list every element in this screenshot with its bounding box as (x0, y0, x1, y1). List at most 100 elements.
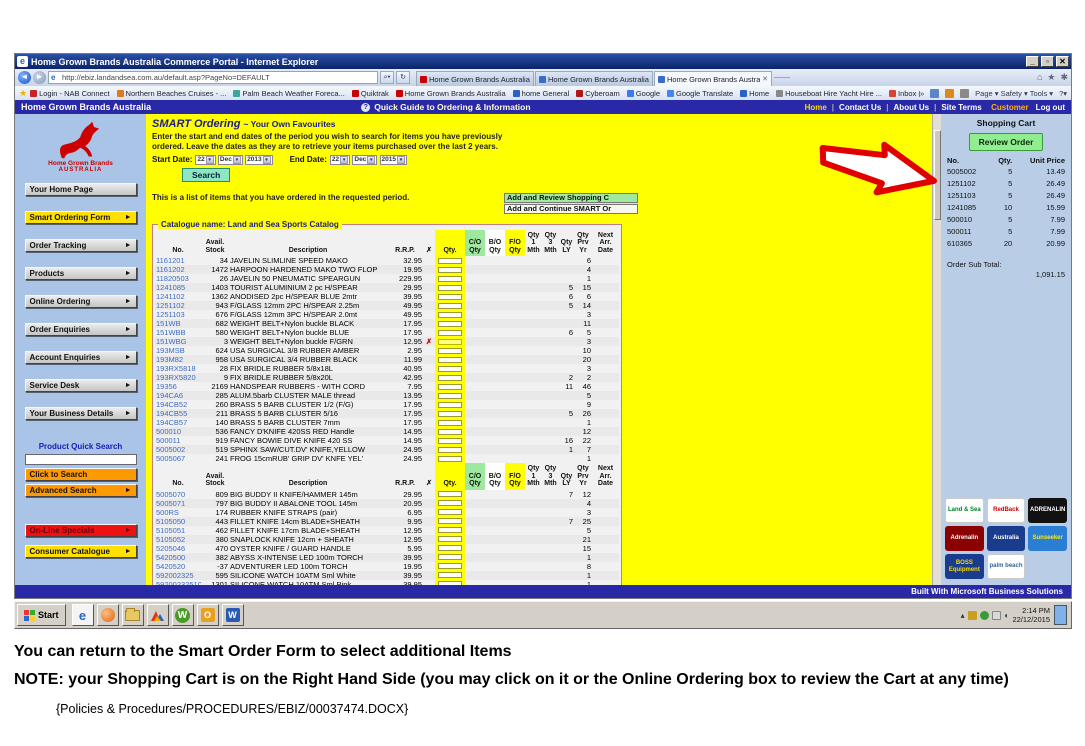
item-number-link[interactable]: 193MSB (156, 346, 185, 355)
favorites-bar-item[interactable]: Northern Beaches Cruises - ... (117, 89, 227, 98)
favorites-bar-item[interactable]: Home (740, 89, 769, 98)
taskbar-ie-button[interactable]: e (72, 604, 94, 626)
item-number-link[interactable]: 193RX5820 (156, 373, 196, 382)
item-number-link[interactable]: 500011 (156, 436, 180, 445)
forward-button[interactable]: ► (33, 71, 46, 84)
qty-input[interactable] (438, 518, 462, 524)
qty-input[interactable] (438, 366, 462, 372)
back-button[interactable]: ◄ (18, 71, 31, 84)
item-number-link[interactable]: 5420520 (156, 562, 185, 571)
sidebar-item-your-home-page[interactable]: Your Home Page (25, 183, 137, 196)
sidebar-item-on-line-specials[interactable]: On-Line Specials► (25, 524, 137, 537)
item-number-link[interactable]: 5205046 (156, 544, 185, 553)
favorites-bar-item[interactable]: Houseboat Hire Yacht Hire ... (776, 89, 882, 98)
close-button[interactable]: ✕ (1056, 56, 1069, 67)
start-date-select[interactable]: Dec▾ (218, 155, 243, 165)
item-number-link[interactable]: 194CB55 (156, 409, 187, 418)
sidebar-item-smart-ordering-form[interactable]: Smart Ordering Form► (25, 211, 137, 224)
sidebar-item-order-tracking[interactable]: Order Tracking► (25, 239, 137, 252)
qty-input[interactable] (438, 276, 462, 282)
qty-input[interactable] (438, 447, 462, 453)
sidebar-item-your-business-details[interactable]: Your Business Details► (25, 407, 137, 420)
shopping-cart-panel[interactable]: Shopping Cart Review Order No.Qty.Unit P… (941, 114, 1071, 585)
sidebar-item-advanced-search[interactable]: Advanced Search► (25, 484, 137, 497)
item-number-link[interactable]: 193RX5818 (156, 364, 196, 373)
item-number-link[interactable]: 592002325106 (156, 580, 201, 586)
item-number-link[interactable]: 592002325 (156, 571, 194, 580)
qty-input[interactable] (438, 509, 462, 515)
command-menu-item[interactable]: Page ▾ (975, 89, 998, 98)
nav-link-home[interactable]: Home (805, 103, 827, 112)
tray-flag-icon[interactable] (992, 611, 1001, 620)
favorites-bar-item[interactable]: Cyberoam (576, 89, 620, 98)
qty-input[interactable] (438, 491, 462, 497)
favorites-bar-item[interactable]: Login - NAB Connect (30, 89, 109, 98)
item-number-link[interactable]: 19356 (156, 382, 177, 391)
tray-expand-icon[interactable]: ▴ (961, 611, 965, 620)
qty-input[interactable] (438, 384, 462, 390)
qty-input[interactable] (438, 402, 462, 408)
tab-close-icon[interactable]: ✕ (762, 75, 768, 83)
browser-tab[interactable]: Home Grown Brands Austral...✕ (654, 71, 772, 86)
qty-input[interactable] (438, 267, 462, 273)
item-number-link[interactable]: 1251102 (156, 301, 185, 310)
favorites-bar-item[interactable]: home General (513, 89, 570, 98)
command-menu-item[interactable]: Tools ▾ (1030, 89, 1053, 98)
command-menu-item[interactable]: Safety ▾ (1001, 89, 1028, 98)
qty-input[interactable] (438, 563, 462, 569)
nav-link-site-terms[interactable]: Site Terms (941, 103, 981, 112)
qty-input[interactable] (438, 500, 462, 506)
add-review-cart-button[interactable]: Add and Review Shopping C (504, 193, 638, 203)
item-number-link[interactable]: 5105052 (156, 535, 185, 544)
nav-link-contact-us[interactable]: Contact Us (839, 103, 881, 112)
qty-input[interactable] (438, 312, 462, 318)
favorites-star-icon[interactable]: ★ (1047, 72, 1055, 83)
minimize-button[interactable]: _ (1026, 56, 1039, 67)
sidebar-item-order-enquiries[interactable]: Order Enquiries► (25, 323, 137, 336)
review-order-button[interactable]: Review Order (969, 133, 1044, 151)
qty-input[interactable] (438, 393, 462, 399)
item-number-link[interactable]: 151WBB (156, 328, 186, 337)
help-icon[interactable]: ?▾ (1059, 89, 1067, 98)
qty-input[interactable] (438, 411, 462, 417)
taskbar-word-button[interactable]: W (222, 604, 244, 626)
item-number-link[interactable]: 5005067 (156, 454, 185, 463)
restore-button[interactable]: ▫ (1041, 56, 1054, 67)
qty-input[interactable] (438, 420, 462, 426)
refresh-button[interactable]: ↻ (396, 71, 410, 84)
home-icon[interactable]: ⌂ (1037, 72, 1042, 83)
show-desktop-button[interactable] (1054, 605, 1067, 625)
nav-logout-link[interactable]: Log out (1033, 103, 1065, 112)
item-number-link[interactable]: 194CB52 (156, 400, 187, 409)
item-number-link[interactable]: 194CB57 (156, 418, 187, 427)
qty-input[interactable] (438, 348, 462, 354)
quick-search-input[interactable] (25, 454, 137, 465)
qty-input[interactable] (438, 527, 462, 533)
qty-input[interactable] (438, 330, 462, 336)
qty-input[interactable] (438, 429, 462, 435)
item-number-link[interactable]: 1241102 (156, 292, 185, 301)
home-page-icon[interactable] (930, 89, 939, 98)
end-date-select[interactable]: 22▾ (330, 155, 350, 165)
item-number-link[interactable]: 151WBG (156, 337, 186, 346)
favorites-bar-item[interactable]: Home Grown Brands Australia (396, 89, 506, 98)
item-number-link[interactable]: 5105051 (156, 526, 185, 535)
qty-input[interactable] (438, 536, 462, 542)
item-number-link[interactable]: 151WB (156, 319, 181, 328)
browser-tab[interactable]: Home Grown Brands Australia C... (535, 71, 653, 86)
qty-input[interactable] (438, 456, 462, 462)
end-date-select[interactable]: 2015▾ (380, 155, 407, 165)
taskbar-app-button[interactable] (147, 604, 169, 626)
settings-gear-icon[interactable]: ✱ (1060, 72, 1068, 83)
qty-input[interactable] (438, 258, 462, 264)
qty-input[interactable] (438, 375, 462, 381)
favorites-bar-item[interactable]: Quiktrak (352, 89, 389, 98)
new-tab-button[interactable] (774, 77, 790, 78)
taskbar-media-player-button[interactable] (97, 604, 119, 626)
item-number-link[interactable]: 1161202 (156, 265, 185, 274)
item-number-link[interactable]: 500RS (156, 508, 179, 517)
favorites-bar-item[interactable]: Palm Beach Weather Foreca... (233, 89, 344, 98)
search-button[interactable]: Search (182, 168, 230, 182)
favorites-icon[interactable]: ★ (19, 88, 27, 99)
item-number-link[interactable]: 193M82 (156, 355, 183, 364)
